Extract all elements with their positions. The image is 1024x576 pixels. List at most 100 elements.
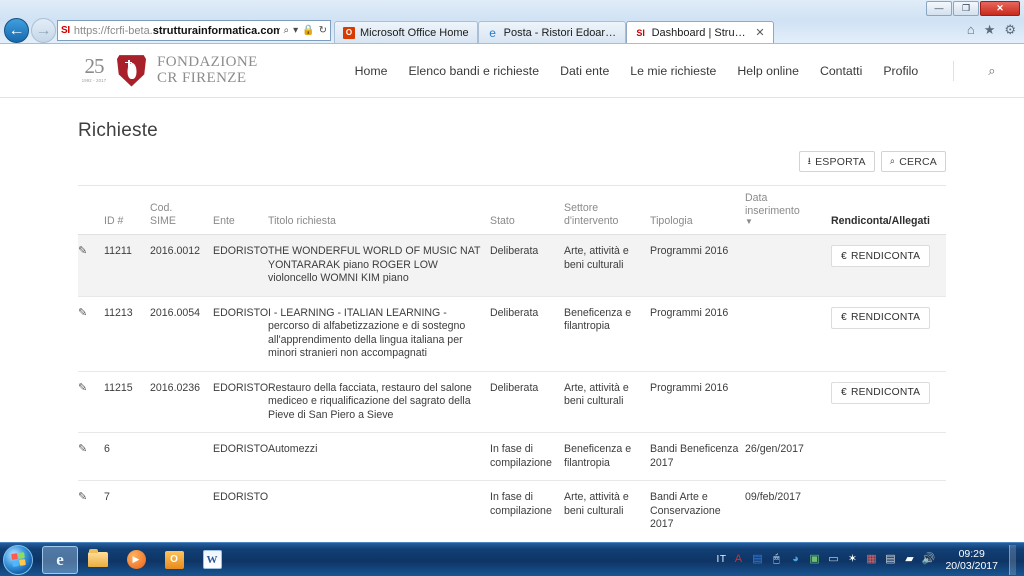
euro-icon: € xyxy=(841,387,847,398)
cell-ente: EDORISTO xyxy=(213,432,268,481)
outlook-icon: O xyxy=(164,550,184,569)
system-tray: IT A ▤ 🖱 ◕ ▣ ▭ ✶ ▦ ▤ ▰ 🔊 09:29 20/03/201… xyxy=(717,544,1024,575)
cell-id: 6 xyxy=(104,432,150,481)
col-header-cod-sime-line2: SIME xyxy=(150,214,176,227)
row-edit-cell[interactable]: ✎ xyxy=(78,371,104,433)
row-edit-cell[interactable]: ✎ xyxy=(78,296,104,372)
maximize-button[interactable]: ❐ xyxy=(953,1,979,16)
cell-id: 11215 xyxy=(104,371,150,433)
address-search-icon[interactable]: ⌕ xyxy=(284,25,290,36)
esporta-label: ESPORTA xyxy=(815,155,866,168)
table-row[interactable]: ✎ 7 EDORISTO In fase di compilazione Art… xyxy=(78,480,946,542)
forward-button[interactable]: → xyxy=(31,18,56,43)
lock-icon: 🔒 xyxy=(302,25,315,36)
mouse-tray-icon[interactable]: 🖱 xyxy=(769,553,783,567)
edit-icon[interactable]: ✎ xyxy=(78,491,87,503)
edit-icon[interactable]: ✎ xyxy=(78,245,87,257)
col-header-cod-sime[interactable]: Cod. SIME xyxy=(150,186,213,235)
download-icon: ⭳ xyxy=(807,155,812,167)
table-row[interactable]: ✎ 11213 2016.0054 EDORISTO I - LEARNING … xyxy=(78,296,946,372)
table-row[interactable]: ✎ 11215 2016.0236 EDORISTO Restauro dell… xyxy=(78,371,946,433)
esporta-button[interactable]: ⭳ ESPORTA xyxy=(798,151,875,172)
rendiconta-button[interactable]: € RENDICONTA xyxy=(831,381,931,404)
refresh-icon[interactable]: ↻ xyxy=(319,25,327,36)
taskbar-item-internet-explorer[interactable]: e xyxy=(42,545,78,574)
nav-item-home[interactable]: Home xyxy=(355,64,388,78)
antivirus-tray-icon[interactable]: ▦ xyxy=(864,553,878,567)
browser-toolbar-icons: ⌂ ★ ⚙ xyxy=(967,22,1016,38)
logo-line-2: CR FIRENZE xyxy=(157,69,247,86)
search-icon: ⌕ xyxy=(889,156,896,167)
settings-gear-icon[interactable]: ⚙ xyxy=(1004,22,1016,38)
taskbar-item-outlook[interactable]: O xyxy=(156,546,192,574)
row-edit-cell[interactable]: ✎ xyxy=(78,234,104,297)
nav-item-help-online[interactable]: Help online xyxy=(737,64,799,78)
address-bar[interactable]: SI https://fcrfi-beta.strutturainformati… xyxy=(57,20,331,41)
close-tab-icon[interactable]: ✕ xyxy=(755,26,764,39)
edit-icon[interactable]: ✎ xyxy=(78,443,87,455)
cell-tipologia: Bandi Arte e Conservazione 2017 xyxy=(650,480,745,542)
cell-rendiconta xyxy=(831,432,946,481)
row-edit-cell[interactable]: ✎ xyxy=(78,480,104,542)
favorites-icon[interactable]: ★ xyxy=(984,22,996,38)
taskbar-item-word[interactable]: W xyxy=(194,546,230,574)
clipboard-tray-icon[interactable]: ▤ xyxy=(883,553,897,567)
tab-label: Posta - Ristori Edoardo - Outlo... xyxy=(503,26,617,39)
app-blue-tray-icon[interactable]: ▤ xyxy=(750,553,764,567)
browser-tab-outlook[interactable]: e Posta - Ristori Edoardo - Outlo... xyxy=(477,21,626,43)
display-tray-icon[interactable]: ▭ xyxy=(826,553,840,567)
sort-descending-icon[interactable]: ▼ xyxy=(745,217,825,227)
show-desktop-button[interactable] xyxy=(1009,544,1016,575)
chevron-down-icon[interactable]: ▾ xyxy=(293,25,298,36)
table-row[interactable]: ✎ 6 EDORISTO Automezzi In fase di compil… xyxy=(78,432,946,481)
url-scheme: https:// xyxy=(73,24,107,37)
edit-icon[interactable]: ✎ xyxy=(78,307,87,319)
row-edit-cell[interactable]: ✎ xyxy=(78,432,104,481)
rendiconta-button[interactable]: € RENDICONTA xyxy=(831,306,931,329)
taskbar-clock[interactable]: 09:29 20/03/2017 xyxy=(945,548,998,572)
table-row[interactable]: ✎ 11211 2016.0012 EDORISTO THE WONDERFUL… xyxy=(78,234,946,297)
adobe-reader-tray-icon[interactable]: A xyxy=(731,553,745,567)
close-button[interactable]: ✕ xyxy=(980,1,1020,16)
edit-icon[interactable]: ✎ xyxy=(78,382,87,394)
site-identity-icon: SI xyxy=(61,25,70,36)
nav-item-dati-ente[interactable]: Dati ente xyxy=(560,64,609,78)
network-tray-icon[interactable]: ▰ xyxy=(902,553,916,567)
search-icon[interactable]: ⌕ xyxy=(988,63,995,79)
col-header-id[interactable]: ID # xyxy=(104,186,150,235)
taskbar-item-media-player[interactable]: ▶ xyxy=(118,546,154,574)
volume-tray-icon[interactable]: 🔊 xyxy=(921,553,936,567)
logo-wordmark: FONDAZIONE CR FIRENZE xyxy=(157,54,258,86)
office-icon: O xyxy=(343,26,355,39)
col-header-ente[interactable]: Ente xyxy=(213,186,268,235)
home-icon[interactable]: ⌂ xyxy=(967,22,975,38)
col-header-settore-dintervento[interactable]: Settore d'intervento xyxy=(564,186,650,235)
language-indicator[interactable]: IT xyxy=(717,554,727,565)
taskbar-item-explorer[interactable] xyxy=(80,546,116,574)
minimize-button[interactable]: — xyxy=(926,1,952,16)
rendiconta-button[interactable]: € RENDICONTA xyxy=(831,245,931,267)
nav-item-le-mie-richieste[interactable]: Le mie richieste xyxy=(630,64,716,78)
back-button[interactable]: ← xyxy=(4,18,29,43)
browser-tab-office-home[interactable]: O Microsoft Office Home xyxy=(334,21,478,43)
nav-item-elenco-bandi-e-richieste[interactable]: Elenco bandi e richieste xyxy=(408,64,539,78)
col-header-data-inserimento[interactable]: Data inserimento ▼ xyxy=(745,186,831,235)
start-button[interactable] xyxy=(3,544,33,575)
browser-tab-strip: O Microsoft Office Home e Posta - Ristor… xyxy=(334,20,774,43)
browser-tab-dashboard[interactable]: SI Dashboard | Struttura Infor... ✕ xyxy=(625,21,774,43)
crest-icon xyxy=(116,54,147,88)
cell-rendiconta xyxy=(831,480,946,542)
cell-ente: EDORISTO xyxy=(213,371,268,433)
bluetooth-tray-icon[interactable]: ✶ xyxy=(845,553,859,567)
security-tray-icon[interactable]: ▣ xyxy=(807,553,821,567)
nav-item-profilo[interactable]: Profilo xyxy=(883,64,918,78)
cerca-button[interactable]: ⌕ CERCA xyxy=(880,151,946,172)
site-logo[interactable]: 25 1992 - 2017 FONDAZIONE CR FIRENZE xyxy=(78,53,258,89)
col-header-stato[interactable]: Stato xyxy=(490,186,564,235)
anniversary-mark-icon: 25 1992 - 2017 xyxy=(78,53,110,89)
col-header-tipologia[interactable]: Tipologia xyxy=(650,186,745,235)
cell-titolo: THE WONDERFUL WORLD OF MUSIC NAT YONTARA… xyxy=(268,234,490,297)
notification-tray-icon[interactable]: ◕ xyxy=(788,553,802,567)
col-header-titolo-richiesta[interactable]: Titolo richiesta xyxy=(268,186,490,235)
nav-item-contatti[interactable]: Contatti xyxy=(820,64,862,78)
